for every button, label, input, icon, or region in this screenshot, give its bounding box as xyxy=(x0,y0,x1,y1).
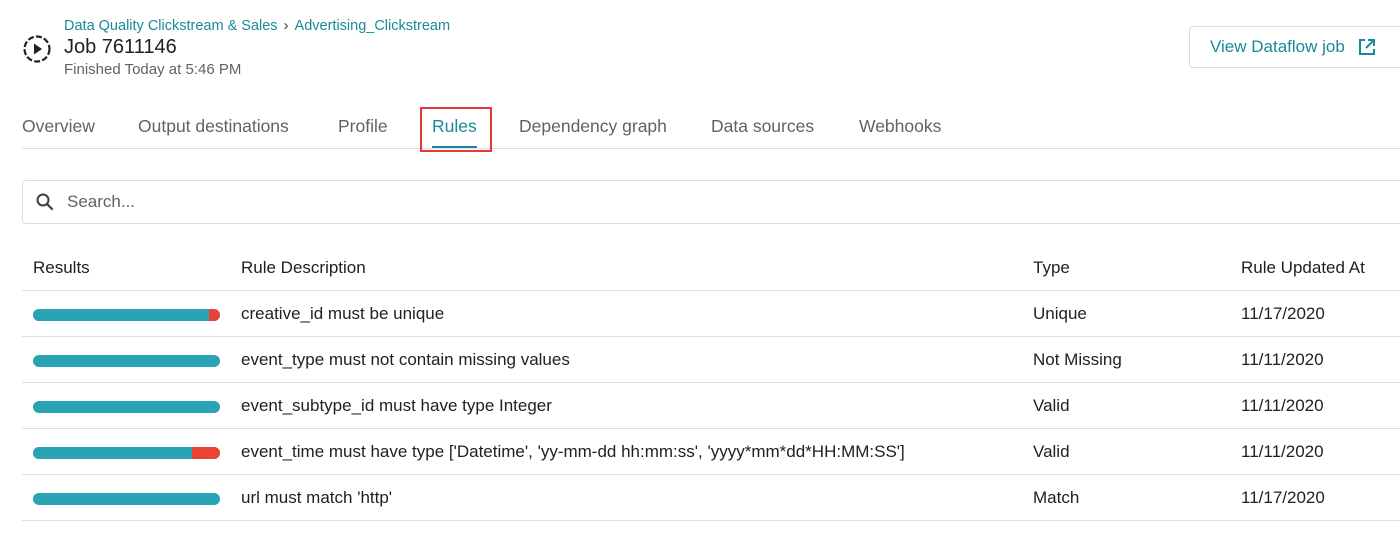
rule-description: event_time must have type ['Datetime', '… xyxy=(241,442,905,461)
search-box[interactable] xyxy=(22,180,1400,224)
breadcrumb: Data Quality Clickstream & Sales › Adver… xyxy=(64,17,450,34)
result-bar xyxy=(33,355,220,367)
rule-type: Not Missing xyxy=(1033,350,1122,369)
rule-description: url must match 'http' xyxy=(241,488,393,507)
column-header-rule-description[interactable]: Rule Description xyxy=(241,258,366,278)
rule-type: Valid xyxy=(1033,396,1070,415)
tab-webhooks[interactable]: Webhooks xyxy=(859,116,941,137)
table-row[interactable]: url must match 'http' Match 11/17/2020 xyxy=(22,475,1400,521)
job-details-page: Data Quality Clickstream & Sales › Adver… xyxy=(0,0,1400,538)
column-header-results[interactable]: Results xyxy=(33,258,90,278)
view-dataflow-job-label: View Dataflow job xyxy=(1210,37,1345,56)
rule-type: Match xyxy=(1033,488,1080,507)
rule-description: creative_id must be unique xyxy=(241,304,445,323)
breadcrumb-link-dataset[interactable]: Data Quality Clickstream & Sales xyxy=(64,18,278,34)
column-header-rule-updated-at[interactable]: Rule Updated At xyxy=(1241,258,1365,278)
result-bar-pass xyxy=(33,355,220,367)
tab-profile[interactable]: Profile xyxy=(338,116,388,137)
open-in-new-icon xyxy=(1358,39,1375,55)
view-dataflow-job-button[interactable]: View Dataflow job xyxy=(1189,26,1400,68)
tab-output-destinations[interactable]: Output destinations xyxy=(138,116,289,137)
search-input[interactable] xyxy=(65,191,1369,213)
table-row[interactable]: event_subtype_id must have type Integer … xyxy=(22,383,1400,429)
tab-overview[interactable]: Overview xyxy=(22,116,95,137)
result-bar xyxy=(33,493,220,505)
rules-table: Results Rule Description Type Rule Updat… xyxy=(22,245,1400,521)
rule-updated-at: 11/17/2020 xyxy=(1241,304,1325,323)
result-bar xyxy=(33,401,220,413)
breadcrumb-link-flow[interactable]: Advertising_Clickstream xyxy=(295,18,451,34)
table-header: Results Rule Description Type Rule Updat… xyxy=(22,245,1400,291)
tab-dependency-graph[interactable]: Dependency graph xyxy=(519,116,667,137)
table-row[interactable]: creative_id must be unique Unique 11/17/… xyxy=(22,291,1400,337)
table-row[interactable]: event_type must not contain missing valu… xyxy=(22,337,1400,383)
rule-updated-at: 11/11/2020 xyxy=(1241,442,1324,461)
tab-bar: Overview Output destinations Profile Rul… xyxy=(22,106,1400,149)
rule-updated-at: 11/11/2020 xyxy=(1241,396,1324,415)
result-bar-pass xyxy=(33,447,192,459)
table-row[interactable]: event_time must have type ['Datetime', '… xyxy=(22,429,1400,475)
result-bar-pass xyxy=(33,493,220,505)
rule-updated-at: 11/11/2020 xyxy=(1241,350,1324,369)
column-header-type[interactable]: Type xyxy=(1033,258,1070,278)
rule-updated-at: 11/17/2020 xyxy=(1241,488,1325,507)
annotation-highlight-box xyxy=(420,107,492,152)
result-bar-pass xyxy=(33,401,220,413)
page-title: Job 7611146 xyxy=(64,36,177,58)
result-bar-pass xyxy=(33,309,209,321)
rule-type: Valid xyxy=(1033,442,1070,461)
rule-description: event_type must not contain missing valu… xyxy=(241,350,570,369)
result-bar xyxy=(33,309,220,321)
result-bar-fail xyxy=(191,447,220,459)
rule-description: event_subtype_id must have type Integer xyxy=(241,396,552,415)
play-circle-icon xyxy=(23,35,51,63)
result-bar-fail xyxy=(208,309,220,321)
breadcrumb-separator: › xyxy=(283,17,289,34)
result-bar xyxy=(33,447,220,459)
rule-type: Unique xyxy=(1033,304,1087,323)
job-status: Finished Today at 5:46 PM xyxy=(64,61,242,78)
search-icon xyxy=(36,193,54,211)
tab-data-sources[interactable]: Data sources xyxy=(711,116,814,137)
